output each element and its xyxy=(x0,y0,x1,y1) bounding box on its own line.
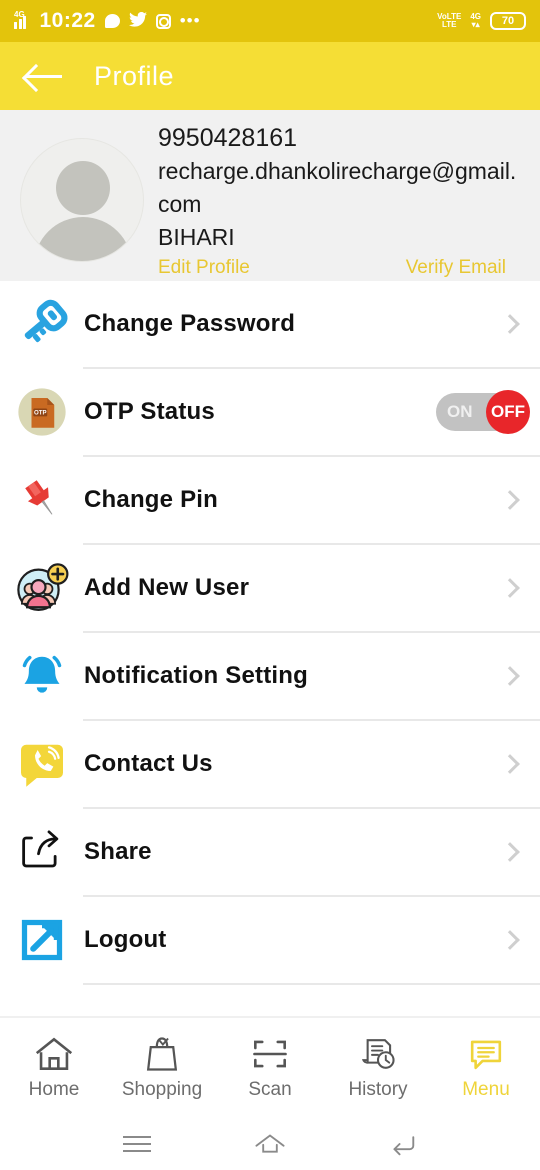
menu-item-label: OTP Status xyxy=(84,398,215,425)
chevron-right-icon xyxy=(480,842,540,862)
profile-card: 9950428161 recharge.dhankolirecharge@gma… xyxy=(0,110,540,281)
menu-item-notification-setting[interactable]: Notification Setting xyxy=(0,633,540,719)
history-clock-icon xyxy=(361,1039,395,1069)
home-outline-icon[interactable] xyxy=(249,1129,291,1159)
chevron-right-icon xyxy=(480,666,540,686)
app-bar: Profile xyxy=(0,42,540,110)
chevron-right-icon xyxy=(480,754,540,774)
profile-email: recharge.dhankolirecharge@gmail.com xyxy=(158,157,517,217)
bottom-navigation: Home Shopping Scan History Menu xyxy=(0,1016,540,1118)
shopping-bag-icon xyxy=(146,1037,178,1071)
add-user-group-icon xyxy=(0,560,84,616)
menu-item-add-new-user[interactable]: Add New User xyxy=(0,545,540,631)
status-bar-left: 4G 10:22 ••• xyxy=(14,9,201,33)
svg-text:OTP: OTP xyxy=(34,410,47,417)
menu-item-label: Share xyxy=(84,838,152,865)
otp-status-toggle[interactable]: ON OFF xyxy=(436,390,530,434)
phone-screen: 4G 10:22 ••• VoLTE LTE 4G ▾▴ 70 Profile … xyxy=(0,0,540,1170)
status-bar-right: VoLTE LTE 4G ▾▴ 70 xyxy=(437,12,526,30)
back-arrow-icon[interactable] xyxy=(26,63,64,89)
profile-info: 9950428161 recharge.dhankolirecharge@gma… xyxy=(158,121,520,279)
default-avatar-icon xyxy=(20,137,144,262)
toggle-off-knob: OFF xyxy=(486,390,530,434)
verify-email-link[interactable]: Verify Email xyxy=(406,257,506,279)
nav-item-label: Menu xyxy=(462,1079,510,1100)
menu-item-contact-us[interactable]: Contact Us xyxy=(0,721,540,807)
chat-bubble-icon xyxy=(104,14,120,28)
battery-icon: 70 xyxy=(490,12,526,30)
key-icon xyxy=(0,296,84,352)
nav-item-history[interactable]: History xyxy=(324,1035,432,1101)
menu-item-label: Logout xyxy=(84,926,167,953)
nav-item-label: Scan xyxy=(248,1079,292,1100)
menu-item-label: Change Password xyxy=(84,310,296,337)
back-return-icon[interactable] xyxy=(382,1129,424,1159)
menu-chat-icon xyxy=(470,1040,502,1070)
menu-item-label: Contact Us xyxy=(84,750,213,777)
profile-links: Edit Profile Verify Email xyxy=(158,254,520,279)
overflow-dots-icon: ••• xyxy=(179,10,201,30)
chevron-right-icon xyxy=(480,578,540,598)
twitter-icon xyxy=(128,11,147,31)
menu-item-logout[interactable]: Logout xyxy=(0,897,540,983)
page-title: Profile xyxy=(94,60,175,91)
recents-icon[interactable] xyxy=(116,1129,158,1159)
otp-document-icon: OTP xyxy=(0,384,84,440)
chevron-right-icon xyxy=(480,490,540,510)
nav-item-shopping[interactable]: Shopping xyxy=(108,1035,216,1101)
chevron-right-icon xyxy=(480,314,540,334)
volte-icon: VoLTE LTE xyxy=(437,12,462,29)
divider xyxy=(83,983,540,985)
edit-profile-link[interactable]: Edit Profile xyxy=(158,257,250,279)
chevron-right-icon xyxy=(480,930,540,950)
logout-external-link-icon xyxy=(0,912,84,968)
toggle-on-label: ON xyxy=(447,402,473,421)
menu-item-label: Change Pin xyxy=(84,486,219,513)
nav-item-label: Shopping xyxy=(121,1079,203,1100)
menu-item-share[interactable]: Share xyxy=(0,809,540,895)
pushpin-icon xyxy=(0,472,84,528)
status-bar: 4G 10:22 ••• VoLTE LTE 4G ▾▴ 70 xyxy=(0,0,540,42)
android-navigation-bar xyxy=(0,1118,540,1170)
share-icon xyxy=(0,824,84,880)
nav-item-label: History xyxy=(348,1079,408,1100)
status-bar-clock: 10:22 xyxy=(39,9,96,32)
bell-icon xyxy=(0,648,84,704)
signal-4g-icon: 4G xyxy=(14,10,31,29)
nav-item-scan[interactable]: Scan xyxy=(216,1035,324,1101)
menu-item-change-password[interactable]: Change Password xyxy=(0,281,540,367)
nav-item-label: Home xyxy=(28,1079,80,1100)
profile-phone: 9950428161 xyxy=(158,123,298,152)
data-speed-icon: 4G ▾▴ xyxy=(470,12,481,29)
nav-item-menu[interactable]: Menu xyxy=(432,1035,540,1101)
menu-item-label: Notification Setting xyxy=(84,662,308,689)
menu-item-otp-status[interactable]: OTP OTP Status ON OFF xyxy=(0,369,540,455)
nav-item-home[interactable]: Home xyxy=(0,1035,108,1101)
instagram-icon xyxy=(155,13,171,29)
home-icon xyxy=(35,1037,73,1070)
profile-region: BIHARI xyxy=(158,223,235,250)
menu-item-label: Add New User xyxy=(84,574,250,601)
settings-menu-list: Change Password OTP OTP Status ON OFF Ch… xyxy=(0,281,540,985)
call-bubble-icon xyxy=(0,736,84,792)
scan-frame-icon xyxy=(253,1040,287,1068)
menu-item-change-pin[interactable]: Change Pin xyxy=(0,457,540,543)
